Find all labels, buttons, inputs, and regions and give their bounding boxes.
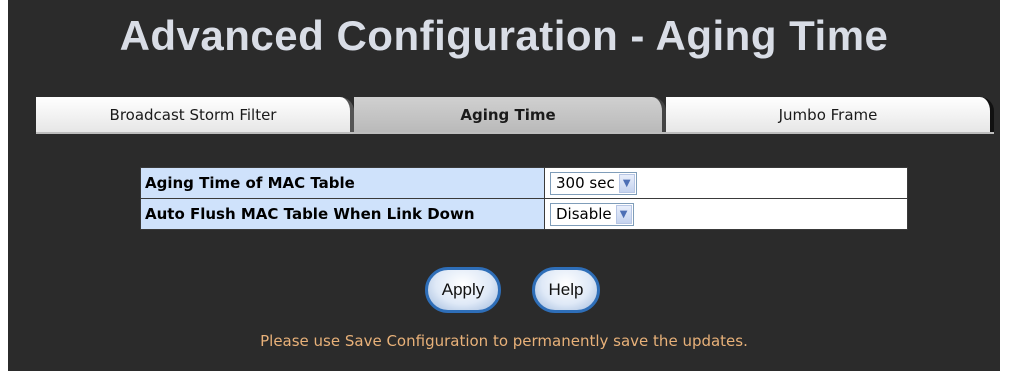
tab-jumbo-frame[interactable]: Jumbo Frame (666, 97, 994, 133)
auto-flush-value: Disable (556, 205, 612, 223)
table-row: Auto Flush MAC Table When Link Down Disa… (140, 198, 908, 230)
apply-button[interactable]: Apply (425, 267, 501, 313)
tab-broadcast-storm-filter[interactable]: Broadcast Storm Filter (36, 97, 354, 133)
aging-time-label: Aging Time of MAC Table (140, 167, 545, 199)
help-button[interactable]: Help (532, 267, 600, 313)
chevron-down-icon[interactable]: ▼ (615, 204, 632, 224)
tab-bar: Broadcast Storm Filter Aging Time Jumbo … (36, 97, 994, 133)
auto-flush-label: Auto Flush MAC Table When Link Down (140, 198, 545, 230)
aging-time-cell: 300 sec ▼ (544, 167, 908, 199)
chevron-down-icon[interactable]: ▼ (618, 173, 635, 193)
save-notice: Please use Save Configuration to permane… (260, 332, 748, 350)
settings-table: Aging Time of MAC Table 300 sec ▼ Auto F… (140, 167, 908, 230)
auto-flush-select[interactable]: Disable ▼ (550, 202, 634, 226)
page-title: Advanced Configuration - Aging Time (119, 12, 889, 59)
tab-underline (36, 132, 994, 134)
content-panel: Advanced Configuration - Aging Time Broa… (8, 0, 1000, 371)
auto-flush-cell: Disable ▼ (544, 198, 908, 230)
aging-time-select[interactable]: 300 sec ▼ (550, 171, 637, 195)
aging-time-value: 300 sec (556, 174, 615, 192)
tab-aging-time[interactable]: Aging Time (354, 97, 666, 133)
table-row: Aging Time of MAC Table 300 sec ▼ (140, 167, 908, 199)
